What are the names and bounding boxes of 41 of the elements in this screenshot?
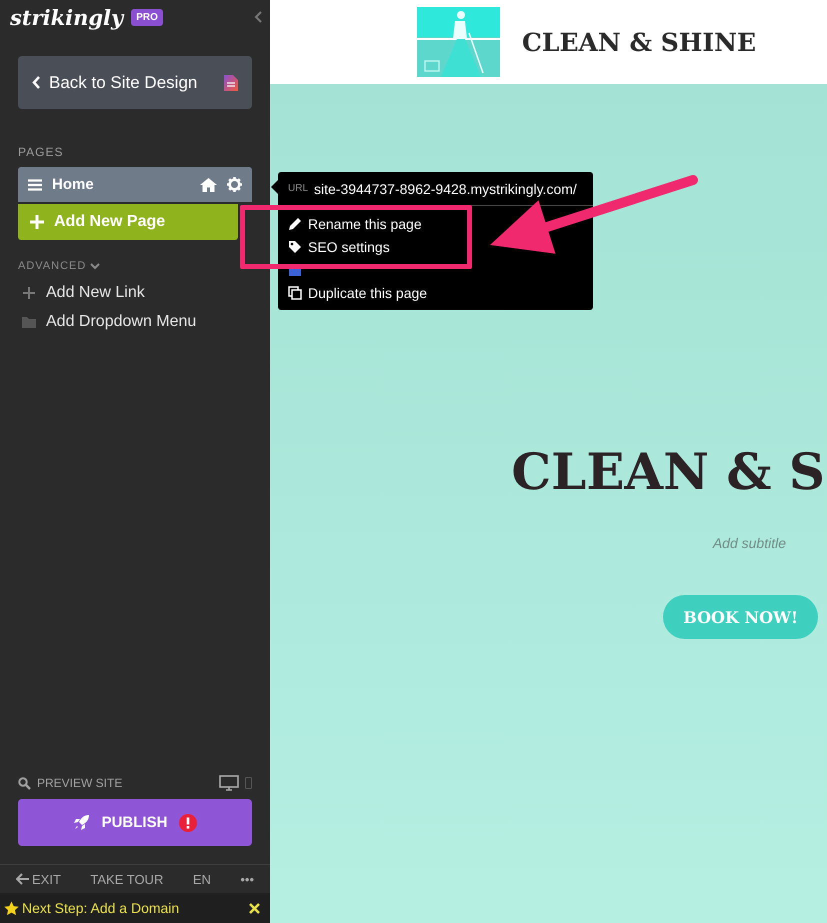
footer-link[interactable]: •••: [240, 872, 254, 886]
collapse-icon[interactable]: [254, 11, 262, 23]
menu-item[interactable]: Rename this page: [308, 216, 422, 232]
star-icon: [4, 900, 19, 916]
footer-link[interactable]: EXIT: [32, 872, 61, 886]
hero-title: CLEAN & S: [511, 442, 826, 501]
footer-link[interactable]: EN: [192, 872, 211, 886]
menu-icon: [28, 178, 42, 190]
footer-link[interactable]: TAKE TOUR: [90, 872, 164, 886]
plus-icon: [22, 286, 36, 300]
arrow-left-icon: [16, 873, 29, 885]
publish-button[interactable]: PUBLISH: [18, 799, 252, 846]
preview-link[interactable]: PREVIEW SITE: [37, 776, 122, 790]
tag-icon: [288, 240, 302, 254]
search-icon: [18, 776, 31, 790]
brand-logo: strikingly: [10, 4, 124, 30]
page-url: site-3944737-8962-9428.mystrikingly.com/: [314, 180, 577, 196]
chevron-left-icon: [32, 76, 41, 89]
menu-item[interactable]: Add New Link: [46, 284, 145, 302]
home-icon[interactable]: [200, 178, 217, 192]
desktop-icon[interactable]: [219, 775, 239, 791]
back-button[interactable]: Back to Site Design: [18, 56, 252, 109]
document-icon: [224, 74, 238, 90]
pro-badge: PRO: [131, 8, 163, 26]
rocket-icon: [72, 814, 90, 831]
settings-icon[interactable]: [227, 177, 242, 192]
section-heading: PAGES: [18, 145, 64, 159]
close-icon[interactable]: [249, 902, 260, 914]
alert-icon: [179, 814, 198, 832]
folder-icon: [22, 316, 36, 328]
menu-item[interactable]: Add Dropdown Menu: [46, 312, 196, 330]
menu-item[interactable]: SEO settings: [308, 238, 390, 254]
site-title: CLEAN & SHINE: [522, 28, 756, 56]
chevron-down-icon[interactable]: [90, 262, 100, 270]
url-label: URL: [288, 183, 308, 194]
pencil-icon: [288, 216, 302, 230]
menu-item[interactable]: Duplicate this page: [308, 284, 428, 300]
duplicate-icon: [288, 286, 302, 300]
page-item[interactable]: Home: [18, 167, 252, 202]
plus-icon: [30, 215, 44, 229]
advanced-toggle[interactable]: ADVANCED: [18, 260, 86, 272]
